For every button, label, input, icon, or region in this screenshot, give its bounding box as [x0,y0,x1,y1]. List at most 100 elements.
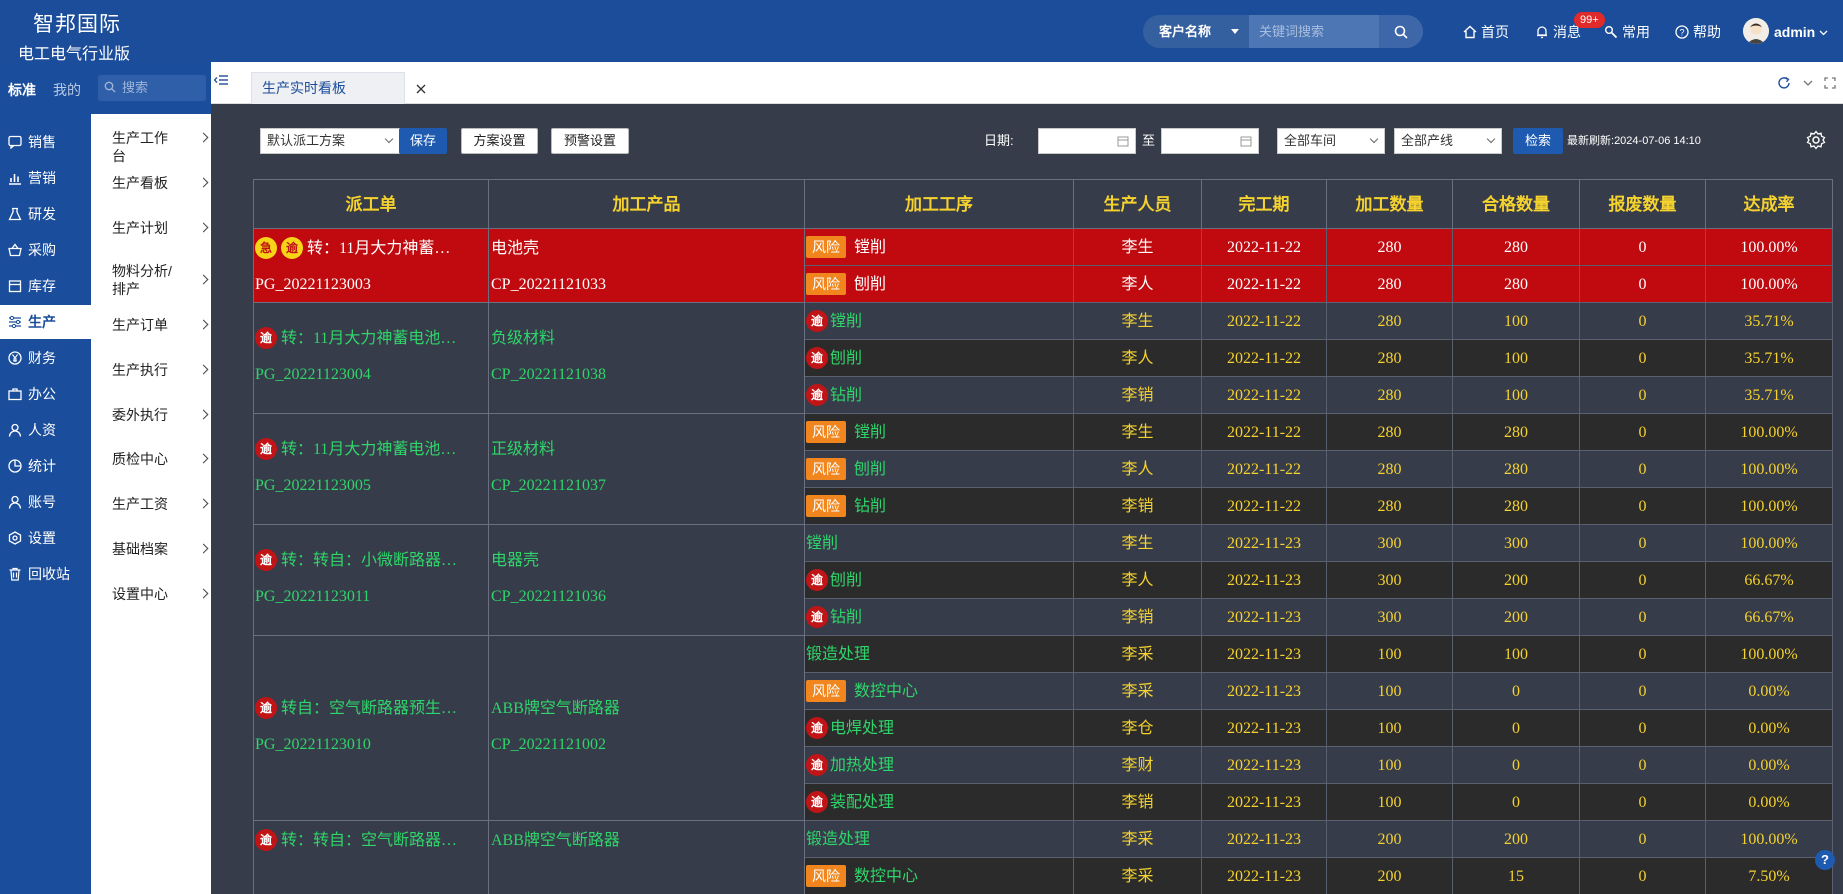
submenu-item-6[interactable]: 委外执行 [112,406,209,424]
avatar[interactable] [1743,18,1769,44]
process-cell[interactable]: 逾装配处理 [805,784,1074,821]
dispatch-order-cell[interactable]: 逾转：转自：空气断路器… [253,821,489,894]
tab-production-board[interactable]: 生产实时看板 [251,72,426,104]
user-menu[interactable]: admin [1774,21,1828,43]
sidebar-item-11[interactable]: 设置 [0,521,91,555]
nav-home[interactable]: 首页 [1463,21,1509,43]
sidebar-item-10[interactable]: 账号 [0,485,91,519]
sidebar-item-2[interactable]: 研发 [0,197,91,231]
process-cell[interactable]: 逾加热处理 [805,747,1074,784]
process-cell[interactable]: 风险 数控中心 [805,673,1074,710]
achievement-rate-cell: 7.50% [1706,858,1833,894]
chevron-down-icon[interactable] [1801,76,1815,90]
sidebar-item-label: 办公 [28,386,56,402]
filter-search-button[interactable]: 检索 [1513,128,1563,154]
sidebar-search-input[interactable]: 搜索 [98,75,206,101]
dispatch-order-cell[interactable]: 逾转：转自：小微断路器… PG_20221123011 [253,525,489,636]
risk-tag: 风险 [806,495,846,518]
help-float-button[interactable]: ? [1815,850,1835,870]
sidebar-item-3[interactable]: 采购 [0,233,91,267]
sidebar-item-7[interactable]: 办公 [0,377,91,411]
submenu-item-8[interactable]: 生产工资 [112,495,209,513]
process-cell[interactable]: 风险 镗削 [805,229,1074,266]
submenu-item-3[interactable]: 物料分析/排产 [112,262,209,298]
submenu-item-4[interactable]: 生产订单 [112,316,209,334]
submenu-item-1[interactable]: 生产看板 [112,174,209,192]
dispatch-order-title: 转：转自：小微断路器… [281,551,458,569]
process-cell[interactable]: 风险 刨削 [805,451,1074,488]
product-code: CP_20221121002 [491,735,606,753]
save-button[interactable]: 保存 [399,128,447,154]
chevron-right-icon [198,409,209,420]
date-label: 日期: [984,133,1014,148]
process-cell[interactable]: 逾电焊处理 [805,710,1074,747]
scrap-qty-cell: 0 [1580,710,1706,747]
chevron-down-icon [1369,134,1379,144]
messages-badge: 99+ [1574,12,1605,28]
sidebar-item-12[interactable]: 回收站 [0,557,91,591]
qualified-qty-cell: 280 [1453,414,1580,451]
dispatch-order-cell[interactable]: 逾转自：空气断路器预生… PG_20221123010 [253,636,489,821]
dispatch-order-cell[interactable]: 逾转：11月大力神蓄电池… PG_20221123004 [253,303,489,414]
process-cell[interactable]: 锻造处理 [805,636,1074,673]
submenu-item-2[interactable]: 生产计划 [112,219,209,237]
finish-date-cell: 2022-11-22 [1202,229,1327,266]
process-qty-cell: 300 [1327,599,1453,636]
workshop-select[interactable]: 全部车间 [1277,128,1385,154]
process-name: 镗削 [830,313,863,330]
nav-help[interactable]: ? 帮助 [1675,21,1721,43]
process-cell[interactable]: 风险 数控中心 [805,858,1074,894]
end-date-input[interactable] [1161,128,1259,154]
process-cell[interactable]: 逾镗削 [805,303,1074,340]
submenu-item-7[interactable]: 质检中心 [112,450,209,468]
nav-common[interactable]: 常用 [1604,21,1650,43]
product-name: 电器壳 [491,551,540,569]
start-date-input[interactable] [1038,128,1136,154]
process-cell[interactable]: 逾钻削 [805,599,1074,636]
sidebar-item-0[interactable]: 销售 [0,125,91,159]
fullscreen-icon[interactable] [1823,76,1837,90]
sidebar-item-5[interactable]: 生产 [0,305,91,339]
chevron-down-icon [384,134,394,144]
sidebar-tab-standard[interactable]: 标准 [8,80,36,100]
column-header: 合格数量 [1453,179,1580,229]
nav-messages[interactable]: 消息 [1535,21,1581,43]
finish-date-cell: 2022-11-23 [1202,599,1327,636]
submenu-item-5[interactable]: 生产执行 [112,361,209,379]
sidebar-item-1[interactable]: 营销 [0,161,91,195]
warning-settings-button[interactable]: 预警设置 [551,128,629,154]
scrap-qty-cell: 0 [1580,636,1706,673]
gear-icon[interactable] [1806,130,1826,150]
process-cell[interactable]: 逾钻削 [805,377,1074,414]
dispatch-order-cell[interactable]: 急逾转：11月大力神蓄… PG_20221123003 [253,229,489,303]
process-qty-cell: 280 [1327,229,1453,266]
close-icon[interactable] [414,82,428,96]
process-cell[interactable]: 锻造处理 [805,821,1074,858]
collapse-sidebar-icon[interactable] [213,72,229,88]
sidebar-tab-mine[interactable]: 我的 [53,80,81,100]
worker-cell: 李采 [1074,858,1202,894]
sidebar-item-label: 生产 [28,314,56,330]
process-cell[interactable]: 镗削 [805,525,1074,562]
submenu-item-0[interactable]: 生产工作台 [112,129,209,165]
scheme-settings-button[interactable]: 方案设置 [461,128,538,154]
sidebar-item-8[interactable]: 人资 [0,413,91,447]
refresh-icon[interactable] [1777,76,1791,90]
process-cell[interactable]: 风险 刨削 [805,266,1074,303]
keyword-search-input[interactable] [1249,15,1379,48]
process-cell[interactable]: 风险 镗削 [805,414,1074,451]
search-button[interactable] [1379,15,1423,48]
production-line-select[interactable]: 全部产线 [1394,128,1502,154]
submenu-item-10[interactable]: 设置中心 [112,585,209,603]
submenu-item-label: 生产工作台 [112,130,168,164]
process-cell[interactable]: 风险 钻削 [805,488,1074,525]
sidebar-item-9[interactable]: 统计 [0,449,91,483]
sidebar-item-4[interactable]: 库存 [0,269,91,303]
submenu-item-9[interactable]: 基础档案 [112,540,209,558]
dispatch-order-cell[interactable]: 逾转：11月大力神蓄电池… PG_20221123005 [253,414,489,525]
process-cell[interactable]: 逾刨削 [805,340,1074,377]
process-cell[interactable]: 逾刨削 [805,562,1074,599]
dispatch-scheme-select[interactable]: 默认派工方案 [260,128,400,154]
customer-name-select[interactable]: 客户名称 [1143,15,1249,48]
sidebar-item-6[interactable]: 财务 [0,341,91,375]
